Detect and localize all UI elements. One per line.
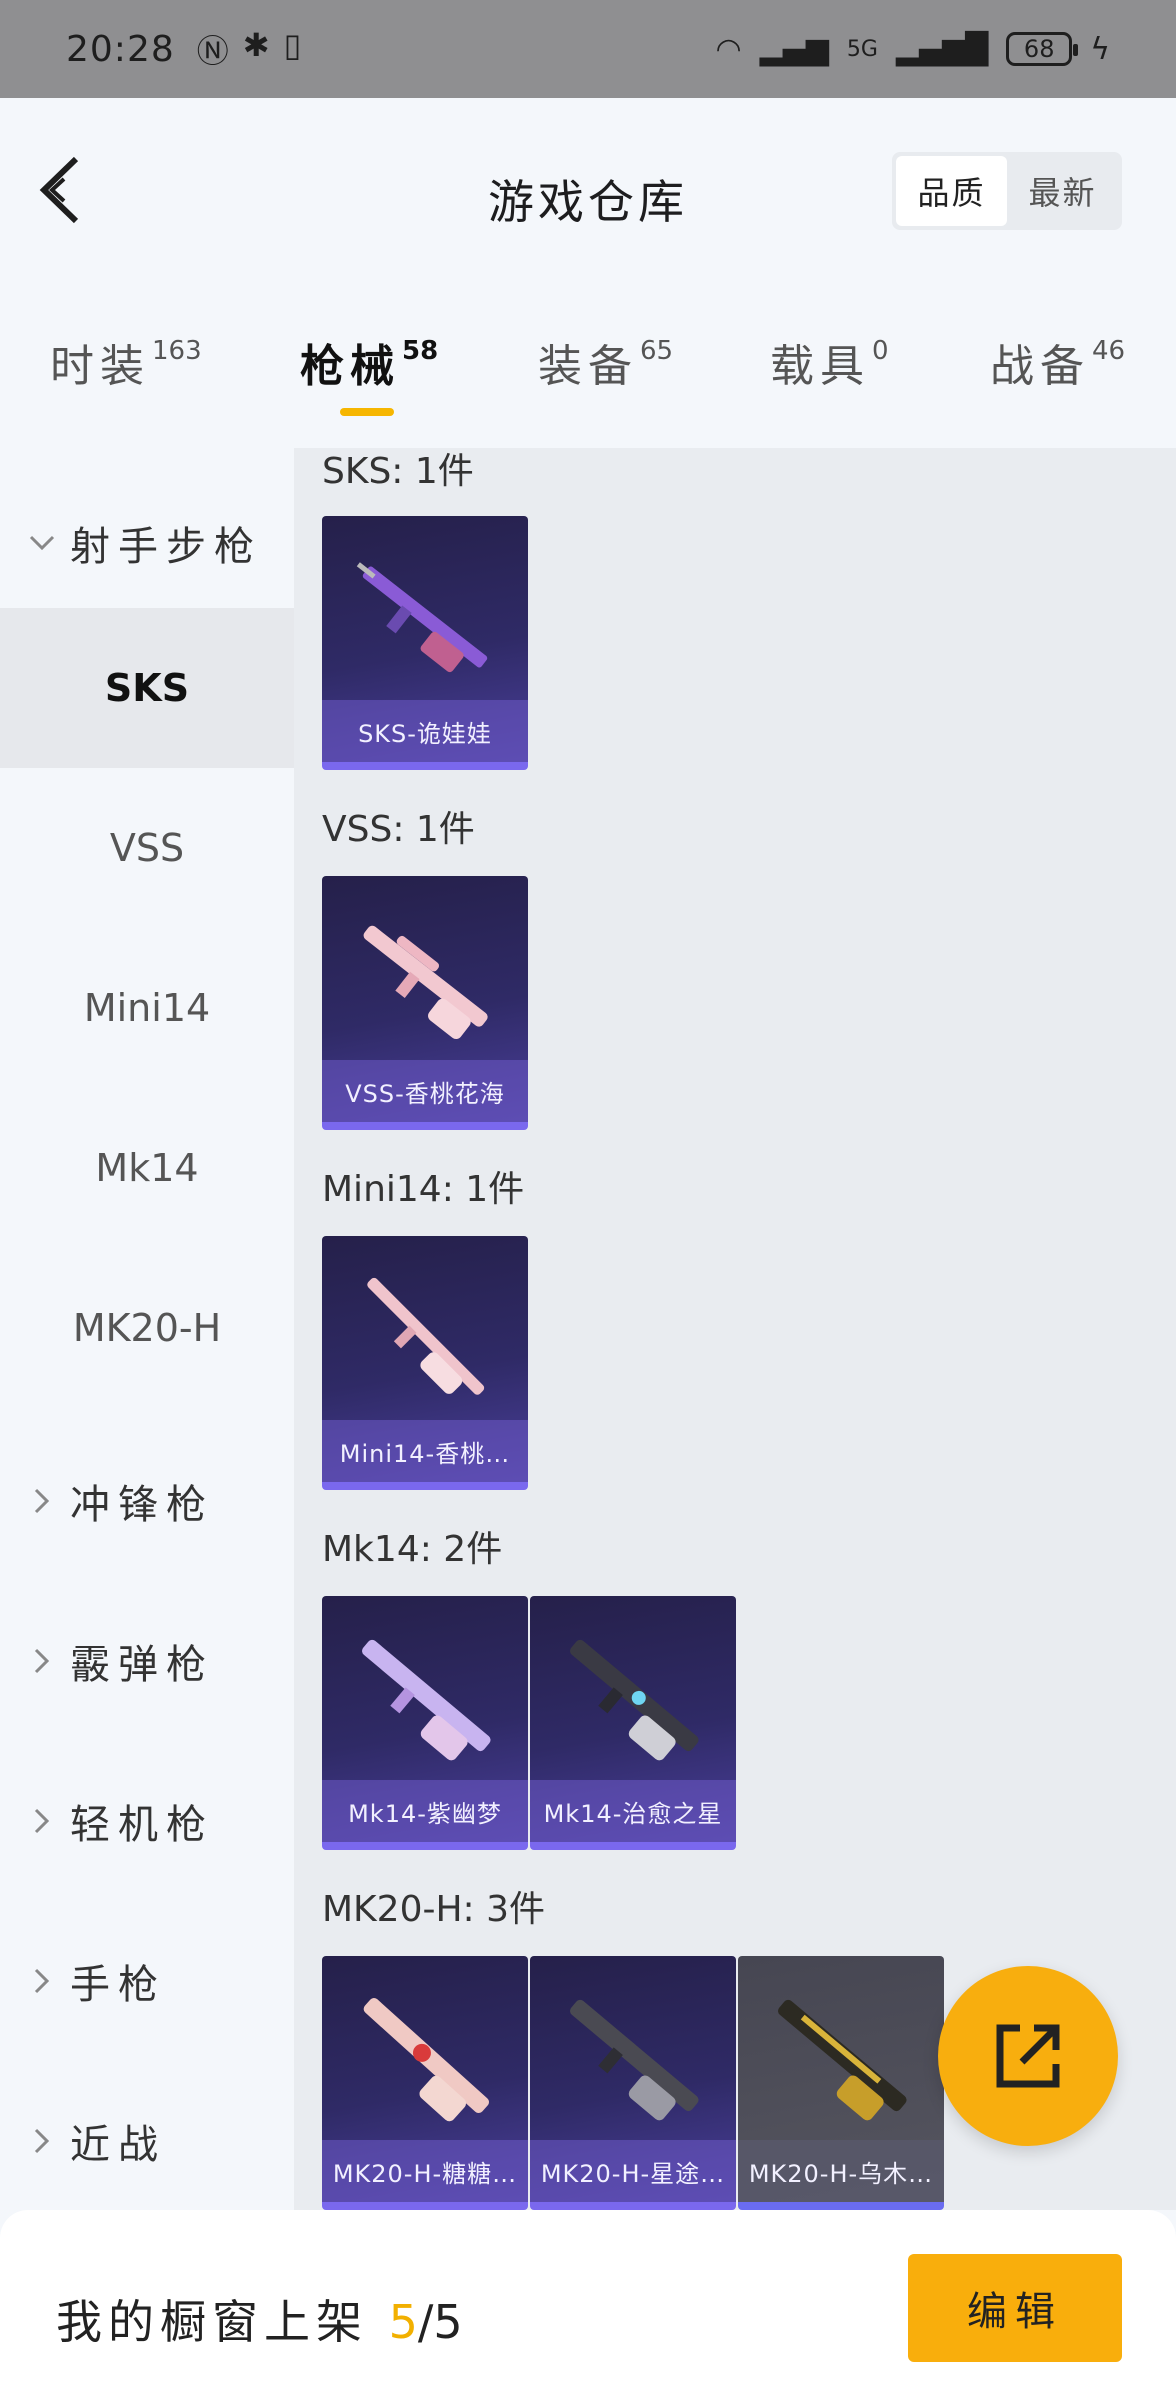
sidebar-item-vss[interactable]: VSS [0,768,294,928]
sidebar-item-mk14[interactable]: Mk14 [0,1088,294,1248]
status-bar: 20:28 Ⓝ ✱ ▯ ◠ ▂▄▆ 5G ▂▄▆█ 68 ϟ [0,0,1176,98]
showcase-count: 5 [388,2295,418,2349]
sort-toggle: 品质 最新 [892,152,1122,230]
tab-equipment[interactable]: 装备65 [538,330,673,394]
edit-button[interactable]: 编辑 [908,2254,1122,2362]
items-content: SKS: 1件 SKS-诡娃娃 VSS: 1件 VSS-香桃花海 Mini14:… [294,448,1176,2210]
showcase-total: /5 [417,2295,463,2349]
battery-icon: 68 [1006,32,1079,66]
group-label-mk20h: MK20-H: 3件 [322,1889,546,1930]
tab-supplies[interactable]: 战备46 [990,330,1125,394]
item-name: MK20-H-乌木… [738,2140,944,2202]
item-card[interactable]: MK20-H-星途… [530,1956,736,2210]
chevron-right-icon [24,1807,60,1835]
rifle-icon [367,1277,485,1395]
item-name: MK20-H-糖糖… [322,2140,528,2202]
rifle-icon [356,562,488,673]
share-icon [996,2024,1060,2088]
signal-icon-2: ▂▄▆█ [895,31,989,67]
sidebar-category-melee[interactable]: 近战 [0,2086,294,2196]
item-name: Mini14-香桃… [322,1420,528,1482]
group-label-mini14: Mini14: 1件 [322,1169,525,1210]
share-button[interactable] [938,1966,1118,2146]
chevron-right-icon [24,1647,60,1675]
category-tabs: 时装163 枪械58 装备65 载具0 战备46 [0,300,1176,448]
group-label-vss: VSS: 1件 [322,809,475,850]
group-label-mk14: Mk14: 2件 [322,1529,503,1570]
item-name: Mk14-治愈之星 [530,1780,736,1842]
item-card[interactable]: SKS-诡娃娃 [322,516,528,770]
bluetooth-icon: ✱ [242,26,270,64]
active-tab-indicator [340,408,394,416]
sort-quality[interactable]: 品质 [896,156,1007,226]
sidebar-item-mk20h[interactable]: MK20-H [0,1248,294,1408]
tab-vehicles[interactable]: 载具0 [770,330,889,394]
item-card[interactable]: MK20-H-乌木… [738,1956,944,2210]
chevron-right-icon [24,2127,60,2155]
group-label-sks: SKS: 1件 [322,451,474,492]
item-card[interactable]: Mk14-紫幽梦 [322,1596,528,1850]
rifle-icon [778,1999,907,2121]
item-card[interactable]: VSS-香桃花海 [322,876,528,1130]
item-card[interactable]: Mini14-香桃… [322,1236,528,1490]
network-type: 5G [846,36,878,62]
sort-newest[interactable]: 最新 [1007,156,1118,226]
sidebar-category-marksman[interactable]: 射手步枪 [0,488,294,598]
sidebar-category-shotgun[interactable]: 霰弹枪 [0,1606,294,1716]
tab-fashion[interactable]: 时装163 [50,330,202,394]
signal-icon: ▂▄▆ [759,31,829,67]
header: 游戏仓库 品质 最新 [0,98,1176,288]
item-name: VSS-香桃花海 [322,1060,528,1122]
rifle-icon [363,925,488,1040]
sidebar-category-pistol[interactable]: 手枪 [0,1926,294,2036]
chevron-right-icon [24,1967,60,1995]
showcase-status: 我的橱窗上架 5/5 [56,2295,463,2349]
charging-icon: ϟ [1090,31,1110,67]
chevron-down-icon [24,534,60,552]
sidebar: 射手步枪 SKS VSS Mini14 Mk14 MK20-H 冲锋枪 霰弹枪 … [0,448,294,2210]
rifle-icon [363,1998,490,2122]
sidebar-item-mini14[interactable]: Mini14 [0,928,294,1088]
tab-guns[interactable]: 枪械58 [300,330,438,394]
wifi-icon: ◠ [715,31,742,67]
item-name: Mk14-紫幽梦 [322,1780,528,1842]
status-time: 20:28 [66,28,175,70]
nfc-icon: Ⓝ [196,32,229,70]
sidebar-item-sks[interactable]: SKS [0,608,294,768]
rifle-icon [362,1639,491,1761]
item-card[interactable]: MK20-H-糖糖… [322,1956,528,2210]
bottom-bar: 我的橱窗上架 5/5 编辑 [0,2210,1176,2400]
sidebar-category-lmg[interactable]: 轻机枪 [0,1766,294,1876]
item-name: MK20-H-星途… [530,2140,736,2202]
rifle-icon [570,1999,699,2121]
chevron-right-icon [24,1487,60,1515]
rifle-icon [570,1639,699,1761]
vibrate-icon: ▯ [283,26,302,64]
item-name: SKS-诡娃娃 [322,700,528,762]
item-card[interactable]: Mk14-治愈之星 [530,1596,736,1850]
sidebar-category-smg[interactable]: 冲锋枪 [0,1446,294,1556]
